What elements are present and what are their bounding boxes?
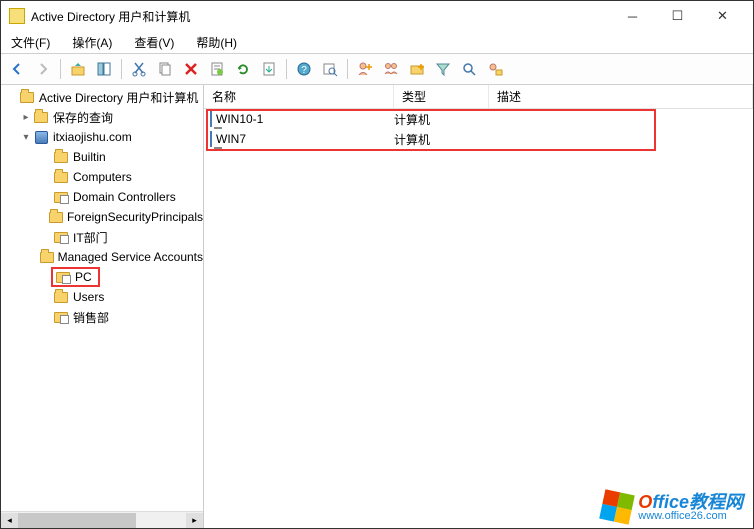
column-type[interactable]: 类型 (394, 85, 489, 108)
show-hide-tree-button[interactable] (92, 57, 116, 81)
list-header: 名称 类型 描述 (204, 85, 753, 109)
item-name: WIN7 (216, 132, 246, 146)
forward-button[interactable] (31, 57, 55, 81)
computer-icon (210, 132, 212, 146)
main-area: Active Directory 用户和计算机 ▸ 保存的查询 ▾ itxiao… (1, 85, 753, 528)
folder-icon (53, 149, 69, 165)
tree-label: IT部门 (73, 229, 108, 246)
up-button[interactable] (66, 57, 90, 81)
window-controls: ─ ☐ ✕ (610, 2, 745, 30)
tree-managed-service-accounts[interactable]: Managed Service Accounts (1, 247, 203, 267)
folder-icon (19, 89, 35, 105)
tree-pane: Active Directory 用户和计算机 ▸ 保存的查询 ▾ itxiao… (1, 85, 204, 528)
tree-label: 销售部 (73, 309, 109, 326)
list-item[interactable]: WIN10-1 计算机 (204, 109, 753, 129)
tree-it-dept[interactable]: IT部门 (1, 227, 203, 247)
filter-button[interactable] (431, 57, 455, 81)
toolbar-separator (347, 59, 348, 79)
tree-domain-controllers[interactable]: Domain Controllers (1, 187, 203, 207)
tree-label: Computers (73, 170, 132, 184)
new-ou-button[interactable] (405, 57, 429, 81)
tree-foreign-security[interactable]: ForeignSecurityPrincipals (1, 207, 203, 227)
folder-icon (40, 249, 54, 265)
search-button[interactable] (457, 57, 481, 81)
column-name[interactable]: 名称 (204, 85, 394, 108)
title-bar: Active Directory 用户和计算机 ─ ☐ ✕ (1, 1, 753, 31)
domain-icon (33, 129, 49, 145)
item-type: 计算机 (394, 131, 489, 148)
tree-horizontal-scrollbar[interactable]: ◂ ▸ (1, 511, 203, 528)
copy-button[interactable] (153, 57, 177, 81)
new-user-button[interactable] (353, 57, 377, 81)
ou-icon (55, 269, 71, 285)
toolbar-separator (60, 59, 61, 79)
tree-label: Domain Controllers (73, 190, 176, 204)
tree-label: 保存的查询 (53, 109, 113, 126)
tree-pc[interactable]: PC (1, 267, 203, 287)
item-name: WIN10-1 (216, 112, 263, 126)
tree-users[interactable]: Users (1, 287, 203, 307)
properties-button[interactable] (205, 57, 229, 81)
menu-bar: 文件(F) 操作(A) 查看(V) 帮助(H) (1, 31, 753, 53)
tree-label: Builtin (73, 150, 106, 164)
close-button[interactable]: ✕ (700, 2, 745, 30)
tree-computers[interactable]: Computers (1, 167, 203, 187)
window-title: Active Directory 用户和计算机 (31, 8, 190, 25)
export-button[interactable] (257, 57, 281, 81)
tree-builtin[interactable]: Builtin (1, 147, 203, 167)
tree-label: itxiaojishu.com (53, 130, 132, 144)
folder-icon (33, 109, 49, 125)
tree-label: ForeignSecurityPrincipals (67, 210, 203, 224)
cut-button[interactable] (127, 57, 151, 81)
ou-icon (53, 309, 69, 325)
scroll-thumb[interactable] (18, 513, 136, 528)
list-pane: 名称 类型 描述 WIN10-1 计算机 WIN7 计算机 (204, 85, 753, 528)
computer-icon (210, 112, 212, 126)
menu-file[interactable]: 文件(F) (7, 32, 54, 53)
toolbar-separator (286, 59, 287, 79)
svg-text:?: ? (301, 65, 307, 76)
back-button[interactable] (5, 57, 29, 81)
app-icon (9, 8, 25, 24)
tree-label: Users (73, 290, 104, 304)
ou-icon (53, 189, 69, 205)
list-body[interactable]: WIN10-1 计算机 WIN7 计算机 (204, 109, 753, 528)
menu-view[interactable]: 查看(V) (130, 32, 178, 53)
tree-saved-queries[interactable]: ▸ 保存的查询 (1, 107, 203, 127)
minimize-button[interactable]: ─ (610, 2, 655, 30)
expander-icon[interactable]: ▾ (19, 132, 33, 143)
folder-icon (49, 209, 63, 225)
folder-icon (53, 169, 69, 185)
tree-body[interactable]: Active Directory 用户和计算机 ▸ 保存的查询 ▾ itxiao… (1, 85, 203, 511)
tree-sales[interactable]: 销售部 (1, 307, 203, 327)
toolbar-separator (121, 59, 122, 79)
help-button[interactable]: ? (292, 57, 316, 81)
tree-label: Managed Service Accounts (58, 250, 203, 264)
list-item[interactable]: WIN7 计算机 (204, 129, 753, 149)
tree-root[interactable]: Active Directory 用户和计算机 (1, 87, 203, 107)
new-group-button[interactable] (379, 57, 403, 81)
delete-button[interactable] (179, 57, 203, 81)
refresh-button[interactable] (231, 57, 255, 81)
add-to-group-button[interactable] (483, 57, 507, 81)
folder-icon (53, 289, 69, 305)
menu-help[interactable]: 帮助(H) (192, 32, 241, 53)
toolbar: ? (1, 53, 753, 85)
find-button[interactable] (318, 57, 342, 81)
tree-label: Active Directory 用户和计算机 (39, 89, 198, 106)
expander-icon[interactable]: ▸ (19, 112, 33, 123)
scroll-track[interactable] (18, 513, 186, 528)
tree-domain[interactable]: ▾ itxiaojishu.com (1, 127, 203, 147)
menu-action[interactable]: 操作(A) (68, 32, 116, 53)
maximize-button[interactable]: ☐ (655, 2, 700, 30)
scroll-left-icon[interactable]: ◂ (1, 513, 18, 528)
scroll-right-icon[interactable]: ▸ (186, 513, 203, 528)
ou-icon (53, 229, 69, 245)
tree-label: PC (75, 270, 92, 284)
column-desc[interactable]: 描述 (489, 85, 753, 108)
item-type: 计算机 (394, 111, 489, 128)
